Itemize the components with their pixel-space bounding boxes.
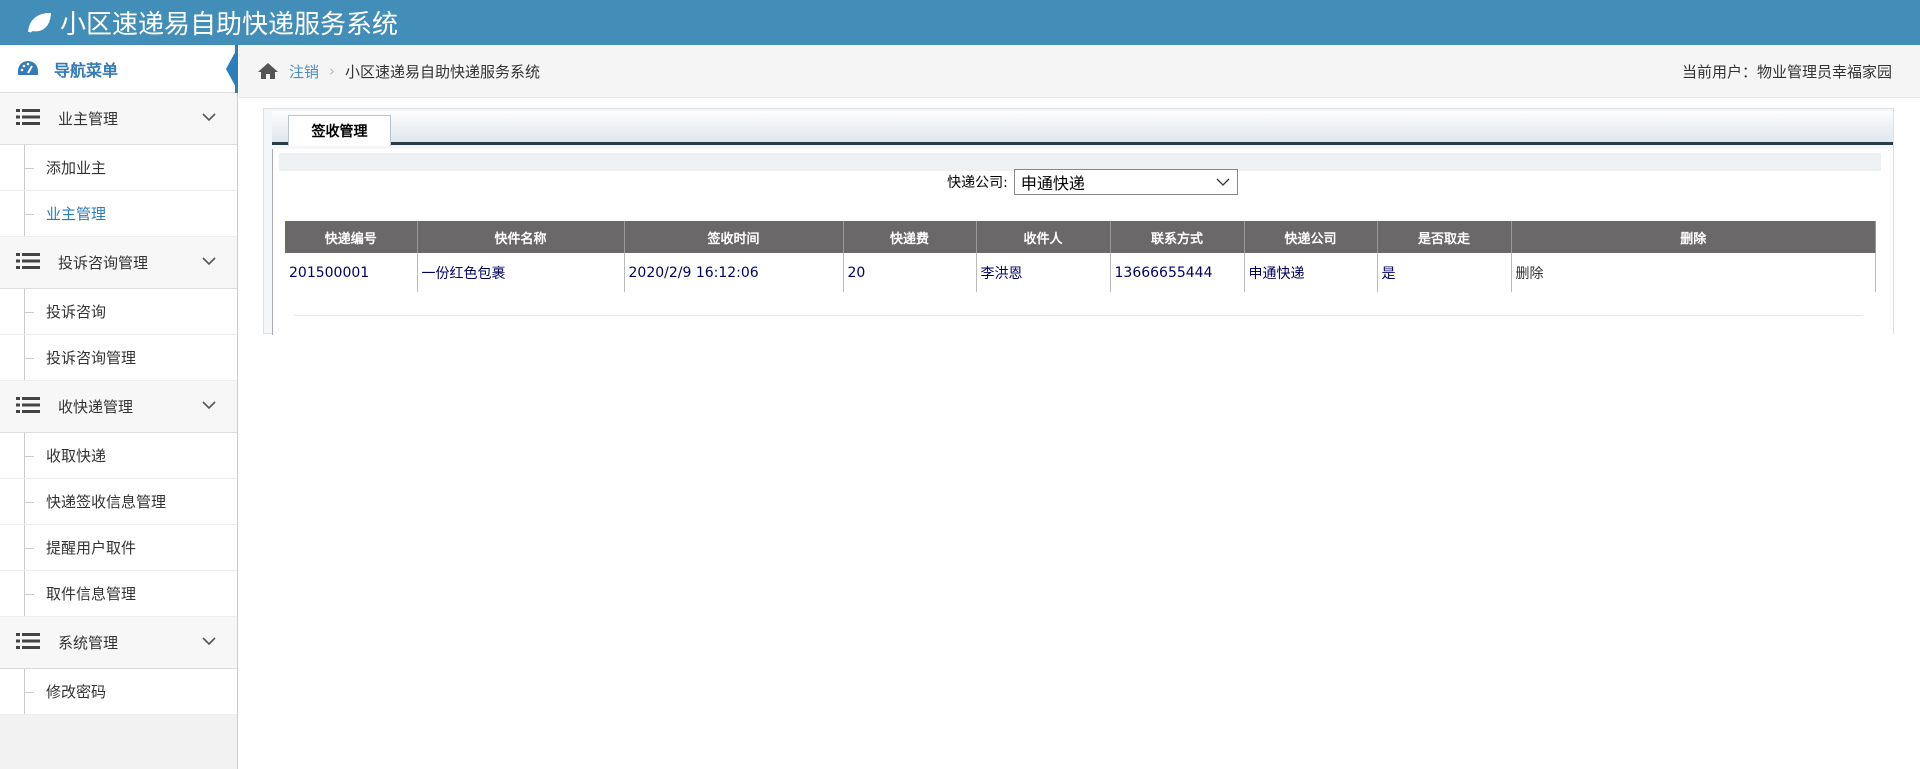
delete-link[interactable]: 删除 [1511,253,1876,292]
list-icon [16,632,40,654]
sidebar-group[interactable]: 系统管理 [0,617,237,669]
sign-records-table: 快递编号 快件名称 签收时间 快递费 收件人 联系方式 快递公司 是否取走 删除 2015000… [285,221,1876,292]
chevron-down-icon [201,253,217,273]
dashboard-icon [18,60,38,75]
table-cell: 2020/2/9 16:12:06 [624,253,844,292]
current-user: 当前用户：物业管理员幸福家园 [1681,63,1892,81]
sidebar-group-label: 收快递管理 [58,398,134,416]
sidebar-group-label: 业主管理 [58,110,119,128]
table-cell: 李洪恩 [976,253,1111,292]
breadcrumb: 注销 › 小区速递易自助快递服务系统 当前用户：物业管理员幸福家园 [239,45,1920,98]
column-header: 快递编号 [285,221,418,253]
column-header: 快递公司 [1244,221,1378,253]
courier-company-select[interactable]: 申通快递 [1013,169,1238,195]
chevron-down-icon [201,109,217,129]
sidebar-group[interactable]: 业主管理 [0,93,237,145]
sidebar-group-label: 投诉咨询管理 [58,254,149,272]
column-header: 是否取走 [1377,221,1512,253]
column-header: 快递费 [843,221,977,253]
column-header: 删除 [1511,221,1876,253]
courier-filter-label: 快递公司: [947,175,1008,191]
tab-sign-management[interactable]: 签收管理 [288,115,391,146]
table-cell: 是 [1377,253,1512,292]
table-cell: 13666655444 [1110,253,1245,292]
courier-company-value: 申通快递 [1020,174,1085,193]
sidebar-item[interactable]: 投诉咨询 [0,289,237,335]
chevron-down-icon [201,397,217,417]
chevron-right-icon: › [329,62,336,80]
list-icon [16,396,40,418]
table-row: 201500001 一份红色包裹 2020/2/9 16:12:06 20 李洪恩 136… [285,253,1876,292]
table-cell: 申通快递 [1244,253,1378,292]
column-header: 快件名称 [417,221,625,253]
app-title: 小区速递易自助快递服务系统 [60,10,399,40]
table-cell: 20 [843,253,977,292]
column-header: 联系方式 [1110,221,1245,253]
sidebar-item[interactable]: 投诉咨询管理 [0,335,237,381]
courier-filter: 快递公司: 申通快递 [264,169,1895,195]
logout-link[interactable]: 注销 [289,61,319,82]
home-icon [258,63,278,79]
table-cell: 一份红色包裹 [417,253,625,292]
sidebar-group[interactable]: 收快递管理 [0,381,237,433]
column-header: 收件人 [976,221,1111,253]
sidebar-group-label: 系统管理 [58,634,119,652]
sidebar-item[interactable]: 收取快递 [0,433,237,479]
nav-menu-label: 导航菜单 [54,60,119,80]
list-icon [16,108,40,130]
sign-management-panel: 签收管理 快递公司: 申通快递 快递编号 快件名称 签收时间 快递费 收件人 联系方式 快递… [263,108,1895,335]
app-header: 小区速递易自助快递服务系统 [0,0,1920,45]
nav-menu-header: 导航菜单 [0,45,238,93]
breadcrumb-current: 小区速递易自助快递服务系统 [345,62,541,81]
sidebar-item[interactable]: 提醒用户取件 [0,525,237,571]
sidebar-item[interactable]: 添加业主 [0,145,237,191]
table-cell: 201500001 [285,253,418,292]
leaf-icon [28,12,52,33]
column-header: 签收时间 [624,221,844,253]
sidebar: 导航菜单 业主管理 添加业主 业主管理 投诉咨询管理 投诉咨询 投诉咨询管理 收快递管理 收取… [0,45,238,769]
chevron-down-icon [201,633,217,653]
sidebar-item[interactable]: 修改密码 [0,669,237,715]
sidebar-group[interactable]: 投诉咨询管理 [0,237,237,289]
sidebar-item[interactable]: 业主管理 [0,191,237,237]
sidebar-item[interactable]: 快递签收信息管理 [0,479,237,525]
chevron-down-icon [1216,178,1230,186]
sidebar-item[interactable]: 取件信息管理 [0,571,237,617]
list-icon [16,252,40,274]
